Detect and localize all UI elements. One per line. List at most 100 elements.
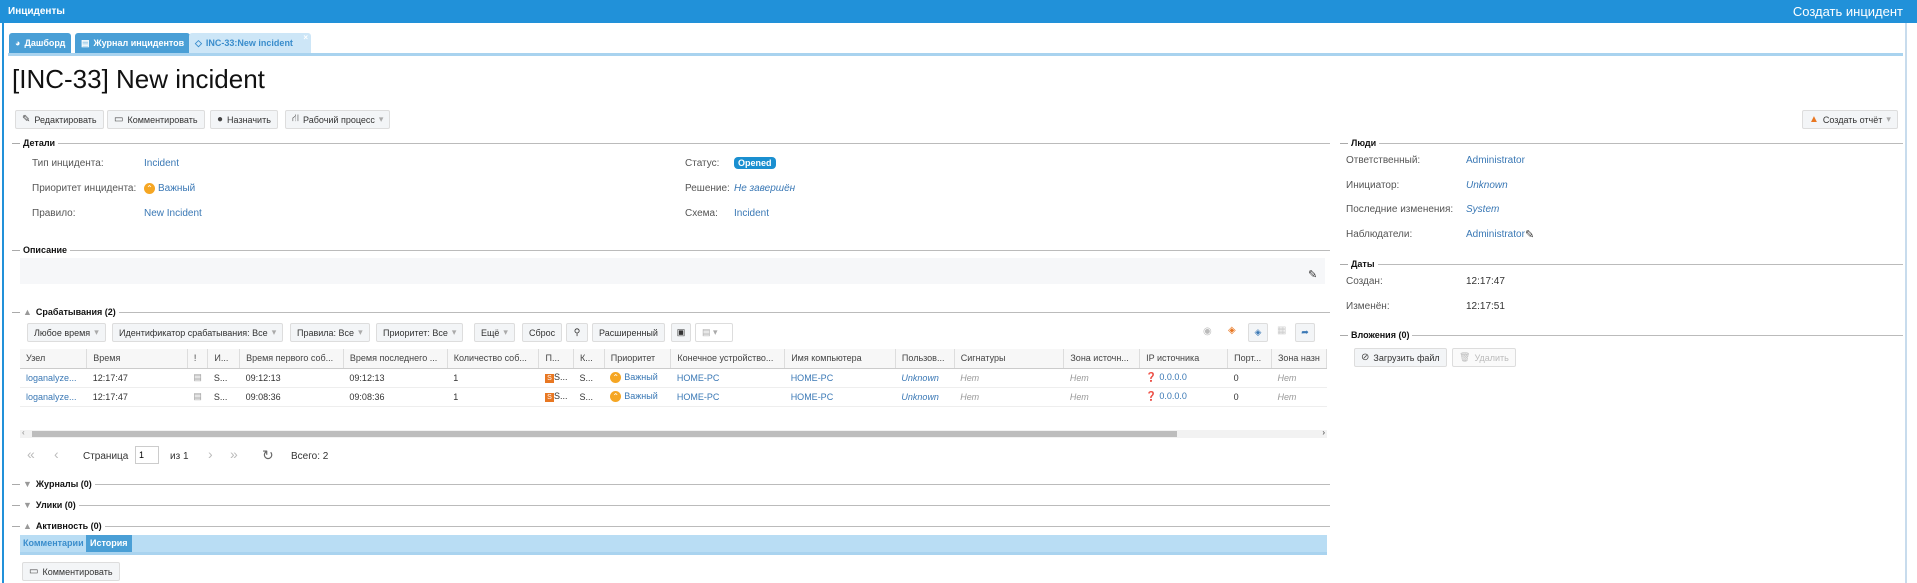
table-cell: S S...	[538, 387, 574, 407]
type-value[interactable]: Incident	[144, 158, 179, 169]
column-header[interactable]: !	[187, 349, 209, 369]
edit-button[interactable]: ✎ Редактировать	[15, 110, 104, 129]
reset-button[interactable]: Сброс	[522, 323, 563, 342]
table-cell[interactable]: HOME-PC	[784, 368, 896, 388]
save-icon[interactable]: ▣	[671, 323, 691, 342]
app-title: Инциденты	[8, 6, 65, 17]
schema-value[interactable]: Incident	[734, 208, 769, 219]
create-incident-link[interactable]: Создать инцидент	[1793, 4, 1903, 19]
column-header[interactable]: Время	[86, 349, 188, 369]
evidence-section[interactable]: ▼ Улики (0)	[12, 499, 1330, 511]
chevron-down-icon: ▾	[358, 327, 363, 337]
responsible-value[interactable]: Administrator	[1466, 155, 1525, 166]
chevron-down-icon: ▾	[271, 327, 277, 337]
filter-time[interactable]: Любое время ▾	[27, 323, 106, 342]
table-cell[interactable]: HOME-PC	[670, 387, 785, 407]
tab-history[interactable]: История	[86, 535, 132, 552]
cell-text: 0.0.0.0	[1159, 372, 1187, 382]
people-legend: Люди	[1340, 137, 1903, 149]
table-cell: S...	[207, 387, 240, 407]
column-header[interactable]: И...	[207, 349, 241, 369]
table-cell[interactable]: Unknown	[895, 368, 955, 388]
last-page-icon[interactable]: »	[230, 446, 238, 462]
column-header[interactable]: Приоритет	[604, 349, 672, 369]
column-header[interactable]: Пользов...	[895, 349, 955, 369]
chevron-down-icon: ▾	[503, 327, 508, 337]
table-cell: 0	[1227, 368, 1272, 388]
column-header[interactable]: К...	[573, 349, 605, 369]
column-header[interactable]: П...	[538, 349, 574, 369]
tab-inc-33[interactable]: ◇ INC-33:New incident ×	[189, 33, 311, 53]
table-cell: S S...	[538, 368, 574, 388]
cell-text: Важный	[624, 371, 658, 382]
table-cell[interactable]: loganalyze...	[20, 387, 87, 407]
calendar-icon: ▤	[193, 372, 202, 382]
column-header[interactable]: Имя компьютера	[784, 349, 896, 369]
advanced-button[interactable]: Расширенный	[592, 323, 665, 342]
first-page-icon[interactable]: «	[27, 446, 35, 462]
help-icon: ❓	[1145, 372, 1157, 382]
table-cell[interactable]: HOME-PC	[784, 387, 896, 407]
triggers-legend[interactable]: ▲ Срабатывания (2)	[12, 306, 1330, 318]
table-cell: 09:12:13	[343, 368, 448, 388]
workflow-dropdown[interactable]: ⛙ Рабочий процесс ▾	[285, 110, 391, 129]
table-row[interactable]: loganalyze... 12:17:47 ▤ S... 09:12:13 09:12:…	[20, 368, 1327, 388]
table-cell[interactable]: ⌃ Важный	[604, 387, 671, 407]
eye-icon[interactable]: ◉	[1203, 326, 1212, 337]
tab-dashboard[interactable]: ◕ Дашборд	[9, 33, 72, 53]
page-input[interactable]	[135, 446, 159, 464]
next-page-icon[interactable]: ›	[208, 446, 213, 462]
activity-section[interactable]: ▲ Активность (0)	[12, 520, 1330, 532]
rule-value[interactable]: New Incident	[144, 208, 202, 219]
activity-comment-button[interactable]: ▭ Комментировать	[22, 562, 120, 581]
comment-button[interactable]: ▭ Комментировать	[107, 110, 205, 129]
edit-observers-pencil-icon[interactable]: ✎	[1525, 228, 1534, 241]
tab-comments[interactable]: Комментарии	[20, 535, 87, 552]
filter-priority[interactable]: Приоритет: Все ▾	[376, 323, 464, 342]
scrollbar-thumb[interactable]	[32, 431, 1177, 437]
table-cell[interactable]: ⌃ Важный	[604, 368, 671, 388]
filter-rules[interactable]: Правила: Все ▾	[290, 323, 370, 342]
journals-section[interactable]: ▼ Журналы (0)	[12, 478, 1330, 490]
column-header[interactable]: Порт...	[1227, 349, 1272, 369]
table-cell: Нет	[1271, 368, 1327, 388]
observers-value[interactable]: Administrator	[1466, 229, 1525, 240]
column-header[interactable]: Время последнего ...	[343, 349, 448, 369]
filter-more[interactable]: Ещё ▾	[474, 323, 515, 342]
close-tab-icon[interactable]: ×	[303, 33, 308, 42]
scroll-right-icon[interactable]: ›	[1322, 428, 1325, 437]
calendar-icon[interactable]: ▦	[1277, 325, 1286, 336]
column-header[interactable]: Время первого соб...	[239, 349, 344, 369]
column-header[interactable]: Количество соб...	[447, 349, 540, 369]
assign-button[interactable]: ● Назначить	[210, 110, 278, 129]
page-of: из 1	[170, 451, 189, 462]
table-cell: ❓ 0.0.0.0	[1139, 387, 1228, 407]
upload-file-button[interactable]: ⊘ Загрузить файл	[1354, 348, 1447, 367]
edit-description-pencil-icon[interactable]: ✎	[1308, 268, 1317, 281]
filter-trigger-id[interactable]: Идентификатор срабатывания: Все ▾	[112, 323, 284, 342]
tab-incident-journal[interactable]: ▤ Журнал инцидентов	[75, 33, 191, 53]
top-bar: Инциденты Создать инцидент	[0, 0, 1917, 23]
refresh-icon[interactable]: ↻	[262, 447, 274, 464]
table-cell[interactable]: loganalyze...	[20, 368, 87, 388]
export-icon[interactable]: ▤ ▾	[695, 323, 733, 342]
search-icon[interactable]: ⚲	[566, 323, 588, 342]
priority-value[interactable]: ⌃ Важный	[144, 183, 195, 194]
column-header[interactable]: Зона назн	[1271, 349, 1327, 369]
column-header[interactable]: Конечное устройство...	[670, 349, 786, 369]
table-cell[interactable]: HOME-PC	[670, 368, 785, 388]
tag-remove-icon[interactable]: ◈	[1228, 325, 1236, 336]
prev-page-icon[interactable]: ‹	[54, 446, 59, 462]
share-icon[interactable]: ➦	[1295, 323, 1315, 342]
table-row[interactable]: loganalyze... 12:17:47 ▤ S... 09:08:36 09:08:…	[20, 387, 1327, 407]
scroll-left-icon[interactable]: ‹	[22, 428, 25, 437]
tag-add-icon[interactable]: ◈	[1248, 323, 1268, 342]
column-header[interactable]: Зона источн...	[1063, 349, 1141, 369]
create-report-dropdown[interactable]: ▲ Создать отчёт ▾	[1802, 110, 1898, 129]
column-header[interactable]: Узел	[20, 349, 88, 369]
column-header[interactable]: Сигнатуры	[954, 349, 1065, 369]
column-header[interactable]: IP источника	[1139, 349, 1229, 369]
horizontal-scrollbar[interactable]: ‹ ›	[20, 428, 1327, 438]
table-cell[interactable]: Unknown	[895, 387, 955, 407]
tag-icon: ◇	[195, 37, 202, 48]
